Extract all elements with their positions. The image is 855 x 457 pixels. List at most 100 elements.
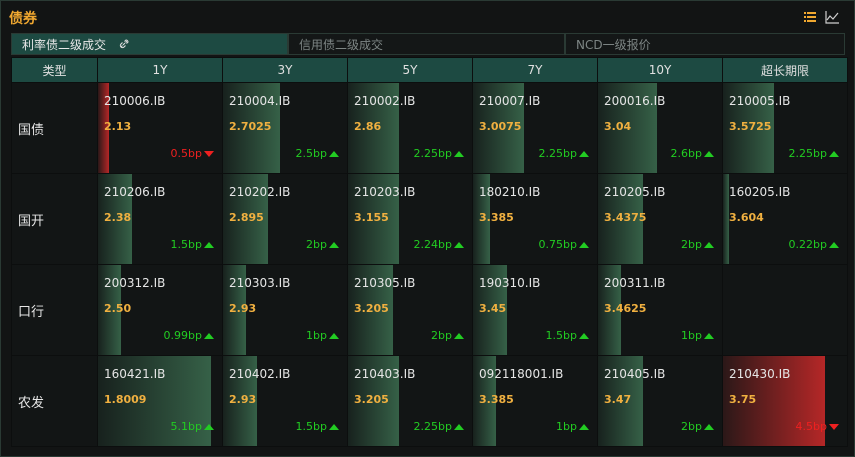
bond-cell[interactable]: 200016.IB 3.04 2.6bp (598, 83, 722, 173)
bond-cell[interactable]: 210430.IB 3.75 4.5bp (723, 356, 847, 446)
bond-cell[interactable]: 210206.IB 2.38 1.5bp (98, 174, 222, 264)
yield-change: 2.25bp (539, 147, 589, 160)
yield-change-value: 2.5bp (295, 147, 327, 160)
yield-change: 0.22bp (789, 238, 839, 251)
yield-change-value: 4.5bp (795, 420, 827, 433)
row-type-label: 农发 (11, 355, 98, 447)
bond-cell[interactable]: 160421.IB 1.8009 5.1bp (98, 356, 222, 446)
bond-code[interactable]: 210203.IB (354, 185, 415, 199)
bond-yield: 2.38 (104, 211, 132, 224)
list-icon[interactable] (802, 9, 818, 25)
bond-cell[interactable]: 210004.IB 2.7025 2.5bp (223, 83, 347, 173)
header-7y[interactable]: 7Y (472, 57, 598, 83)
tab-credit-bond[interactable]: 信用债二级成交 (288, 33, 565, 55)
bond-code[interactable]: 190310.IB (479, 276, 540, 290)
bond-cell[interactable]: 180210.IB 3.385 0.75bp (473, 174, 597, 264)
header-5y[interactable]: 5Y (347, 57, 473, 83)
bond-code[interactable]: 200016.IB (604, 94, 665, 108)
arrow-up-icon (704, 424, 714, 430)
bond-yield: 3.604 (729, 211, 764, 224)
yield-change: 1bp (306, 329, 339, 342)
bond-cell[interactable]: 210205.IB 3.4375 2bp (598, 174, 722, 264)
yield-change: 2.6bp (671, 147, 714, 160)
bond-cell[interactable]: 092118001.IB 3.385 1bp (473, 356, 597, 446)
tab-ncd[interactable]: NCD一级报价 (565, 33, 845, 55)
bond-cell[interactable]: 200312.IB 2.50 0.99bp (98, 265, 222, 355)
bond-cell[interactable]: 200311.IB 3.4625 1bp (598, 265, 722, 355)
bond-code[interactable]: 180210.IB (479, 185, 540, 199)
header-1y[interactable]: 1Y (97, 57, 223, 83)
bond-code[interactable]: 210002.IB (354, 94, 415, 108)
bond-yield: 3.04 (604, 120, 632, 133)
bond-code[interactable]: 210007.IB (479, 94, 540, 108)
bond-cell[interactable]: 210403.IB 3.205 2.25bp (348, 356, 472, 446)
tab-label: 利率债二级成交 (22, 38, 107, 52)
bond-yield: 3.385 (479, 211, 514, 224)
yield-change-value: 2bp (431, 329, 452, 342)
bond-code[interactable]: 210004.IB (229, 94, 290, 108)
bond-code[interactable]: 210402.IB (229, 367, 290, 381)
bond-code[interactable]: 210006.IB (104, 94, 165, 108)
bond-code[interactable]: 210305.IB (354, 276, 415, 290)
bond-cell[interactable]: 210202.IB 2.895 2bp (223, 174, 347, 264)
bond-code[interactable]: 092118001.IB (479, 367, 563, 381)
arrow-up-icon (329, 424, 339, 430)
yield-change: 4.5bp (796, 420, 839, 433)
bond-code[interactable]: 210303.IB (229, 276, 290, 290)
arrow-up-icon (329, 242, 339, 248)
bond-yield: 2.50 (104, 302, 132, 315)
tab-rate-bond[interactable]: 利率债二级成交 (11, 33, 288, 55)
yield-change-value: 5.1bp (170, 420, 202, 433)
bond-code[interactable]: 210206.IB (104, 185, 165, 199)
bond-code[interactable]: 210005.IB (729, 94, 790, 108)
bond-yield: 3.0075 (479, 120, 522, 133)
yield-change-value: 1bp (556, 420, 577, 433)
bond-yield: 3.155 (354, 211, 389, 224)
yield-change: 0.5bp (171, 147, 214, 160)
yield-change: 2bp (681, 420, 714, 433)
arrow-up-icon (329, 151, 339, 157)
arrow-up-icon (329, 333, 339, 339)
bond-cell[interactable]: 210203.IB 3.155 2.24bp (348, 174, 472, 264)
line-chart-icon[interactable] (824, 9, 840, 25)
header-3y[interactable]: 3Y (222, 57, 348, 83)
yield-change: 0.99bp (164, 329, 214, 342)
header-ultra-long[interactable]: 超长期限 (722, 57, 848, 83)
bond-code[interactable]: 210205.IB (604, 185, 665, 199)
bond-cell[interactable]: 210303.IB 2.93 1bp (223, 265, 347, 355)
link-icon[interactable] (118, 35, 130, 57)
arrow-down-icon (829, 424, 839, 430)
bond-cell[interactable]: 210006.IB 2.13 0.5bp (98, 83, 222, 173)
row-type-label: 口行 (11, 264, 98, 356)
bond-cell[interactable]: 210405.IB 3.47 2bp (598, 356, 722, 446)
bond-code[interactable]: 210202.IB (229, 185, 290, 199)
arrow-down-icon (204, 151, 214, 157)
arrow-up-icon (829, 242, 839, 248)
bond-yield: 3.45 (479, 302, 507, 315)
bond-cell[interactable]: 210007.IB 3.0075 2.25bp (473, 83, 597, 173)
bond-code[interactable]: 160205.IB (729, 185, 790, 199)
bond-cell[interactable]: 210005.IB 3.5725 2.25bp (723, 83, 847, 173)
header-row: 类型 1Y 3Y 5Y 7Y 10Y 超长期限 (11, 57, 848, 83)
yield-change-value: 1.5bp (545, 329, 577, 342)
bond-cell[interactable]: 190310.IB 3.45 1.5bp (473, 265, 597, 355)
bond-code[interactable]: 210430.IB (729, 367, 790, 381)
yield-change: 2.25bp (414, 420, 464, 433)
arrow-up-icon (579, 242, 589, 248)
tab-bar: 利率债二级成交 信用债二级成交 NCD一级报价 (11, 33, 845, 55)
yield-change-value: 1.5bp (170, 238, 202, 251)
bond-cell[interactable]: 210002.IB 2.86 2.25bp (348, 83, 472, 173)
bond-code[interactable]: 210403.IB (354, 367, 415, 381)
bond-cell[interactable]: 210305.IB 3.205 2bp (348, 265, 472, 355)
header-10y[interactable]: 10Y (597, 57, 723, 83)
bond-code[interactable]: 200312.IB (104, 276, 165, 290)
bond-code[interactable]: 210405.IB (604, 367, 665, 381)
bond-cell[interactable]: 160205.IB 3.604 0.22bp (723, 174, 847, 264)
bond-code[interactable]: 200311.IB (604, 276, 665, 290)
yield-change-value: 2bp (681, 420, 702, 433)
bond-yield: 3.205 (354, 302, 389, 315)
bond-code[interactable]: 160421.IB (104, 367, 165, 381)
bond-yield: 3.385 (479, 393, 514, 406)
bond-cell[interactable]: 210402.IB 2.93 1.5bp (223, 356, 347, 446)
bond-yield: 3.4625 (604, 302, 647, 315)
